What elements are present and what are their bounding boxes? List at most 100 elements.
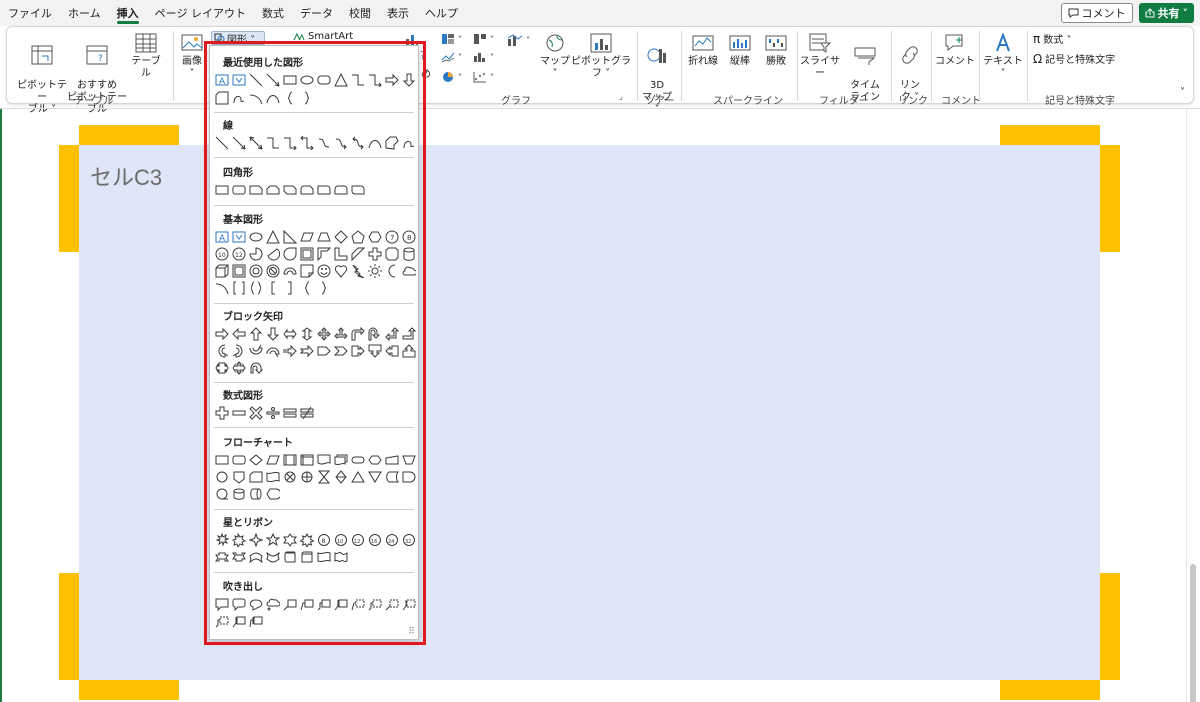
flowchart-summing-junction-shape[interactable] (282, 469, 298, 485)
line-callout3-border-shape[interactable] (214, 613, 230, 629)
oval-shape[interactable] (299, 72, 315, 88)
cloud-callout-shape[interactable] (265, 596, 281, 612)
star5-shape[interactable] (265, 532, 281, 548)
flowchart-collate-shape[interactable] (316, 469, 332, 485)
right-arrow-shape[interactable] (384, 72, 400, 88)
combo-chart-button[interactable]: ˅ (507, 33, 530, 47)
snip-diagonal-shape[interactable] (282, 182, 298, 198)
arrow-line-shape[interactable] (231, 135, 247, 151)
star32-shape[interactable]: 32 (401, 532, 417, 548)
cross-shape[interactable] (367, 246, 383, 262)
not-equal-shape[interactable] (299, 405, 315, 421)
vertical-scroll-shape[interactable] (282, 549, 298, 565)
up-down-arrow-shape[interactable] (299, 326, 315, 342)
line-callout-noborder2-shape[interactable] (248, 613, 264, 629)
decagon-shape[interactable]: 10 (214, 246, 230, 262)
pentagon-arrow-shape[interactable] (316, 343, 332, 359)
equation-button[interactable]: π 数式 ˅ (1033, 31, 1071, 47)
rect-callout-shape[interactable] (214, 596, 230, 612)
flowchart-offpage-connector-shape[interactable] (231, 469, 247, 485)
table-button[interactable]: テーブル (127, 33, 165, 80)
dodecagon-shape[interactable]: 12 (231, 246, 247, 262)
left-arrow-callout-shape[interactable] (384, 343, 400, 359)
freeform-shape[interactable] (231, 90, 247, 106)
sparkline-column-button[interactable]: 縦棒 (725, 33, 755, 68)
rounded-rect-shape[interactable] (316, 72, 332, 88)
curved-down-arrow-shape[interactable] (265, 343, 281, 359)
bent-arrow-shape[interactable] (350, 326, 366, 342)
rounded-rect-shape[interactable] (231, 182, 247, 198)
star24-shape[interactable]: 24 (384, 532, 400, 548)
curved-connector-shape[interactable] (316, 135, 332, 151)
right-brace-shape[interactable] (299, 90, 315, 106)
left-right-arrow-shape[interactable] (282, 326, 298, 342)
octagon-shape[interactable]: 8 (401, 229, 417, 245)
can-shape[interactable] (401, 246, 417, 262)
line-shape[interactable] (248, 72, 264, 88)
heptagon-shape[interactable]: 7 (384, 229, 400, 245)
scribble-shape[interactable] (401, 135, 417, 151)
round-diagonal-shape[interactable] (350, 182, 366, 198)
chord-shape[interactable] (265, 246, 281, 262)
vertical-textbox-shape[interactable] (231, 229, 247, 245)
line-callout3-accent-shape[interactable] (367, 596, 383, 612)
folded-corner-shape[interactable] (299, 263, 315, 279)
symbol-button[interactable]: Ω 記号と特殊文字 (1033, 51, 1115, 67)
flowchart-data-shape[interactable] (265, 452, 281, 468)
flowchart-or-shape[interactable] (299, 469, 315, 485)
flowchart-sequential-access-shape[interactable] (214, 486, 230, 502)
flowchart-punched-tape-shape[interactable] (265, 469, 281, 485)
flowchart-stored-data-shape[interactable] (384, 469, 400, 485)
down-arrow-shape[interactable] (265, 326, 281, 342)
text-button[interactable]: テキスト ˅ (981, 33, 1025, 80)
elbow-connector-shape[interactable] (350, 72, 366, 88)
diagonal-stripe-shape[interactable] (350, 246, 366, 262)
flowchart-manual-input-shape[interactable] (384, 452, 400, 468)
curve-shape[interactable] (265, 90, 281, 106)
triangle-shape[interactable] (265, 229, 281, 245)
bevel-shape[interactable] (231, 263, 247, 279)
statistic-chart-button[interactable]: ˅ (473, 51, 494, 63)
flowchart-terminator-shape[interactable] (350, 452, 366, 468)
flowchart-manual-operation-shape[interactable] (401, 452, 417, 468)
sparkline-line-button[interactable]: 折れ線 (685, 33, 721, 68)
right-brace-shape[interactable] (316, 280, 332, 296)
divide-shape[interactable] (265, 405, 281, 421)
ribbon-up-shape[interactable] (214, 549, 230, 565)
notched-right-arrow-shape[interactable] (299, 343, 315, 359)
triangle-shape[interactable] (333, 72, 349, 88)
line-callout2-shape[interactable] (299, 596, 315, 612)
flowchart-magnetic-disk-shape[interactable] (231, 486, 247, 502)
tab-data[interactable]: データ (292, 0, 341, 26)
explosion2-shape[interactable] (231, 532, 247, 548)
star7-shape[interactable] (299, 532, 315, 548)
flowchart-document-shape[interactable] (316, 452, 332, 468)
snip-same-side-shape[interactable] (265, 182, 281, 198)
right-bracket-shape[interactable] (282, 280, 298, 296)
flowchart-process-shape[interactable] (214, 452, 230, 468)
l-shape[interactable] (333, 246, 349, 262)
moon-shape[interactable] (384, 263, 400, 279)
double-brace-shape[interactable] (248, 280, 264, 296)
left-bracket-shape[interactable] (265, 280, 281, 296)
tab-review[interactable]: 校閲 (341, 0, 379, 26)
bent-up-arrow-shape[interactable] (401, 326, 417, 342)
elbow-arrow-shape[interactable] (367, 72, 383, 88)
round-same-side-shape[interactable] (333, 182, 349, 198)
quad-arrow-callout-shape[interactable] (231, 360, 247, 376)
horizontal-scroll-shape[interactable] (299, 549, 315, 565)
star4-shape[interactable] (248, 532, 264, 548)
tab-home[interactable]: ホーム (60, 0, 109, 26)
elbow-double-arrow-shape[interactable] (299, 135, 315, 151)
flowchart-extract-shape[interactable] (350, 469, 366, 485)
star12-shape[interactable]: 12 (350, 532, 366, 548)
scatter-chart-button[interactable]: ˅ (473, 71, 494, 83)
hierarchy-chart-button[interactable]: ˅ (441, 33, 462, 45)
right-triangle-shape[interactable] (282, 229, 298, 245)
curved-right-arrow-shape[interactable] (214, 343, 230, 359)
comment-button[interactable]: コメント (1060, 3, 1133, 23)
map-button[interactable]: マップ ˅ (539, 33, 571, 80)
arc-shape[interactable] (214, 280, 230, 296)
chart-dialog-launcher[interactable]: ⌟ (619, 92, 623, 101)
smiley-shape[interactable] (316, 263, 332, 279)
